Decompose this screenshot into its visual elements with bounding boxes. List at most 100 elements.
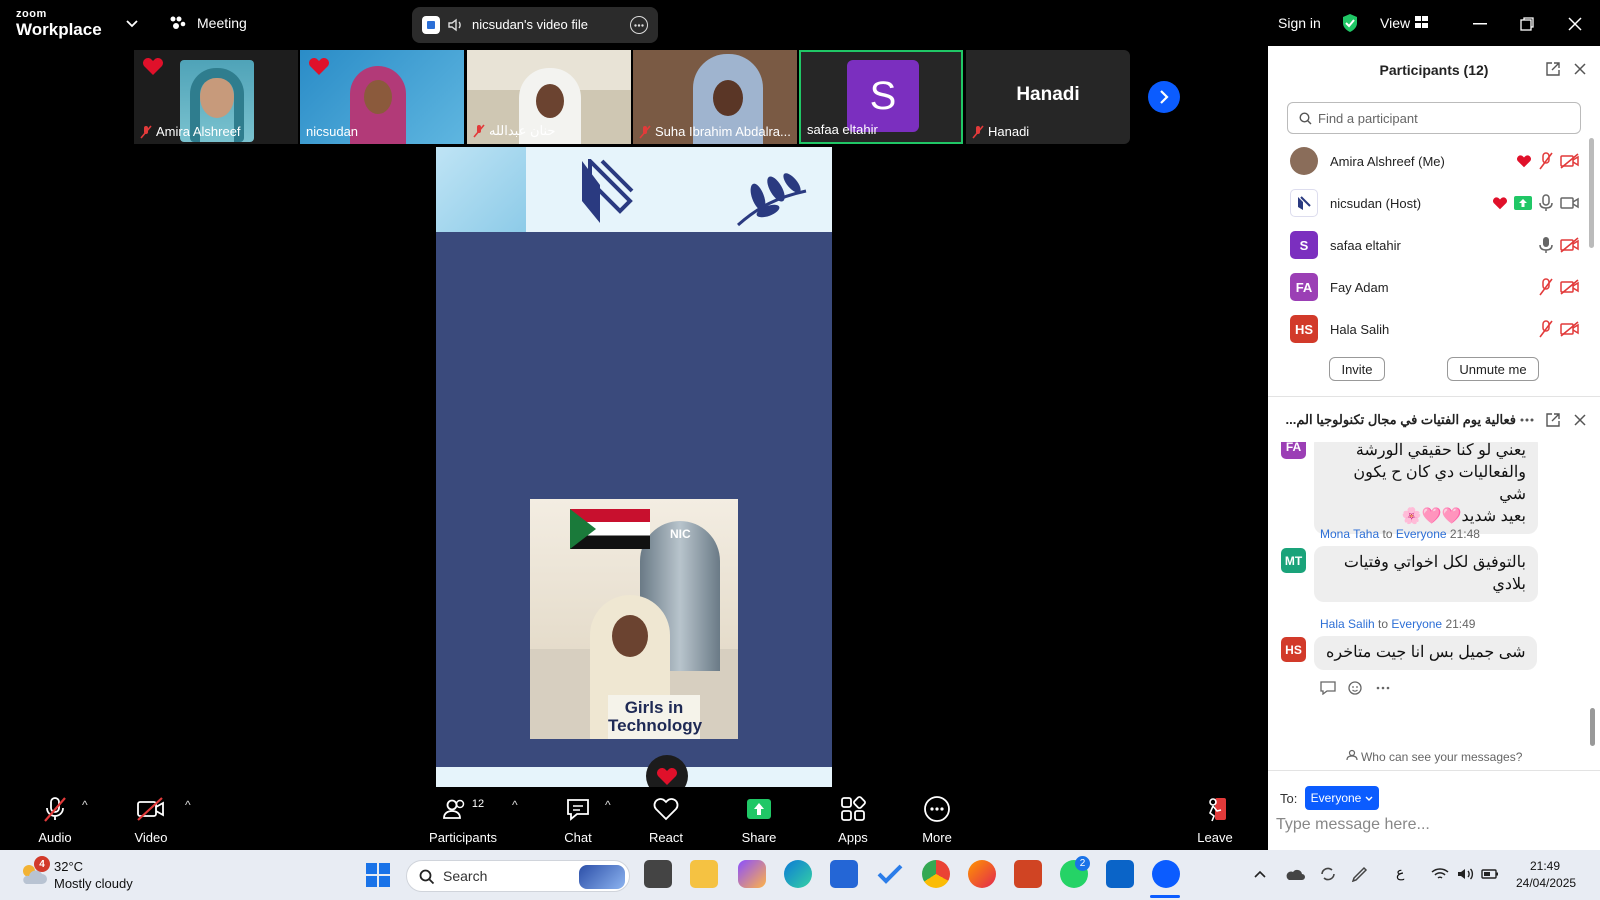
taskbar-search[interactable]: Search xyxy=(406,860,630,892)
weather-text: Mostly cloudy xyxy=(54,876,133,891)
mic-icon[interactable] xyxy=(1538,194,1554,212)
speaker-icon[interactable] xyxy=(448,17,464,33)
video-icon[interactable] xyxy=(1560,195,1580,211)
leave-button[interactable]: Leave xyxy=(1180,792,1250,848)
video-tile[interactable]: حنان عبدالله xyxy=(467,50,631,144)
more-icon[interactable] xyxy=(630,16,648,34)
meeting-icon[interactable] xyxy=(168,14,188,34)
video-off-icon[interactable] xyxy=(1560,237,1580,253)
more-options-icon[interactable] xyxy=(1518,412,1536,428)
recipient-dropdown[interactable]: Everyone xyxy=(1305,786,1379,810)
edge-icon[interactable] xyxy=(784,860,812,888)
participants-button[interactable]: 12 Participants xyxy=(428,792,498,848)
video-tile-active-speaker[interactable]: S safaa eltahir xyxy=(799,50,963,144)
weather-widget[interactable]: 4 xyxy=(18,856,50,890)
restore-icon[interactable] xyxy=(1517,14,1537,34)
close-icon[interactable] xyxy=(1565,14,1585,34)
chevron-down-icon xyxy=(1365,796,1373,801)
message-visibility-link[interactable]: Who can see your messages? xyxy=(1268,749,1600,764)
pop-out-icon[interactable] xyxy=(1544,411,1562,429)
security-shield-icon[interactable] xyxy=(1340,12,1360,34)
close-icon[interactable] xyxy=(1571,60,1589,78)
reply-icon[interactable] xyxy=(1320,681,1336,695)
video-tile[interactable]: Amira Alshreef xyxy=(134,50,298,144)
clock-time[interactable]: 21:49 xyxy=(1530,859,1560,873)
participant-row[interactable]: nicsudan (Host) xyxy=(1290,185,1580,221)
chevron-up-icon[interactable] xyxy=(1252,866,1268,882)
search-placeholder: Find a participant xyxy=(1318,111,1418,126)
view-menu[interactable]: View xyxy=(1380,15,1410,31)
participant-video xyxy=(350,66,406,144)
unmute-me-button[interactable]: Unmute me xyxy=(1447,357,1539,381)
emoji-add-icon[interactable] xyxy=(1348,680,1364,696)
zoom-taskbar-icon[interactable] xyxy=(1152,860,1180,888)
clock-date[interactable]: 24/04/2025 xyxy=(1516,876,1576,890)
windows-start-icon[interactable] xyxy=(364,861,392,889)
meeting-label[interactable]: Meeting xyxy=(197,15,247,31)
chevron-down-icon[interactable] xyxy=(124,16,140,32)
avatar: HS xyxy=(1290,315,1318,343)
audio-button[interactable]: Audio xyxy=(20,792,90,848)
chrome-icon[interactable] xyxy=(922,860,950,888)
chat-message-input[interactable]: Type message here... xyxy=(1276,816,1592,842)
react-button[interactable]: React xyxy=(631,792,701,848)
video-tile[interactable]: Hanadi Hanadi xyxy=(966,50,1130,144)
participants-count: 12 xyxy=(471,798,485,810)
task-view-icon[interactable] xyxy=(644,860,672,888)
tile-name: Hanadi xyxy=(972,124,1029,139)
outlook-icon[interactable] xyxy=(1106,860,1134,888)
participant-row[interactable]: S safaa eltahir xyxy=(1290,227,1580,263)
participant-row[interactable]: Amira Alshreef (Me) xyxy=(1290,143,1580,179)
participants-options-caret-icon[interactable]: ^ xyxy=(512,798,518,812)
chat-button[interactable]: Chat xyxy=(543,792,613,848)
video-options-caret-icon[interactable]: ^ xyxy=(185,798,191,812)
sign-in-link[interactable]: Sign in xyxy=(1278,15,1321,31)
apps-button[interactable]: Apps xyxy=(818,792,888,848)
heart-reaction-icon xyxy=(142,56,164,81)
close-icon[interactable] xyxy=(1571,411,1589,429)
mic-muted-icon[interactable] xyxy=(1538,152,1554,170)
sync-icon[interactable] xyxy=(1318,864,1338,884)
store-icon[interactable] xyxy=(830,860,858,888)
battery-icon[interactable] xyxy=(1480,865,1500,883)
invite-button[interactable]: Invite xyxy=(1329,357,1385,381)
mic-muted-icon[interactable] xyxy=(1538,278,1554,296)
pen-icon[interactable] xyxy=(1350,864,1370,884)
language-indicator[interactable]: ع xyxy=(1396,864,1404,881)
video-file-pill[interactable]: nicsudan's video file xyxy=(412,7,658,43)
minimize-icon[interactable] xyxy=(1470,14,1490,34)
chat-message[interactable]: شى جميل بس انا جيت متاخره xyxy=(1314,636,1538,670)
grid-view-icon[interactable] xyxy=(1414,15,1428,29)
chat-message[interactable]: بالتوفيق لكل اخواتي وفتيات بلادي xyxy=(1314,546,1538,602)
mic-active-icon[interactable] xyxy=(1538,236,1554,254)
participants-scrollbar[interactable] xyxy=(1589,138,1594,248)
video-off-icon[interactable] xyxy=(1560,321,1580,337)
more-button[interactable]: More xyxy=(902,792,972,848)
pop-out-icon[interactable] xyxy=(1544,60,1562,78)
video-button[interactable]: Video xyxy=(116,792,186,848)
share-button[interactable]: Share xyxy=(724,792,794,848)
participant-search-input[interactable]: Find a participant xyxy=(1287,102,1581,134)
mic-muted-icon[interactable] xyxy=(1538,320,1554,338)
chat-scrollbar[interactable] xyxy=(1590,708,1595,746)
file-explorer-icon[interactable] xyxy=(690,860,718,888)
copilot-icon[interactable] xyxy=(738,860,766,888)
next-page-arrow-icon[interactable] xyxy=(1148,81,1180,113)
video-tile[interactable]: Suha Ibrahim Abdalra... xyxy=(633,50,797,144)
more-options-icon[interactable] xyxy=(1376,686,1390,690)
mic-muted-icon xyxy=(473,124,485,138)
todo-icon[interactable] xyxy=(876,860,904,888)
volume-icon[interactable] xyxy=(1456,865,1476,883)
powerpoint-icon[interactable] xyxy=(1014,860,1042,888)
participant-row[interactable]: HS Hala Salih xyxy=(1290,311,1580,347)
wifi-icon[interactable] xyxy=(1430,865,1450,883)
chat-message[interactable]: يعني لو كنا حقيقي الورشة والفعاليات دي ك… xyxy=(1314,442,1538,534)
video-tile[interactable]: nicsudan xyxy=(300,50,464,144)
video-off-icon[interactable] xyxy=(1560,279,1580,295)
participant-row[interactable]: FA Fay Adam xyxy=(1290,269,1580,305)
audio-options-caret-icon[interactable]: ^ xyxy=(82,798,88,812)
chat-options-caret-icon[interactable]: ^ xyxy=(605,798,611,812)
video-off-icon[interactable] xyxy=(1560,153,1580,169)
onedrive-icon[interactable] xyxy=(1284,864,1306,884)
firefox-icon[interactable] xyxy=(968,860,996,888)
